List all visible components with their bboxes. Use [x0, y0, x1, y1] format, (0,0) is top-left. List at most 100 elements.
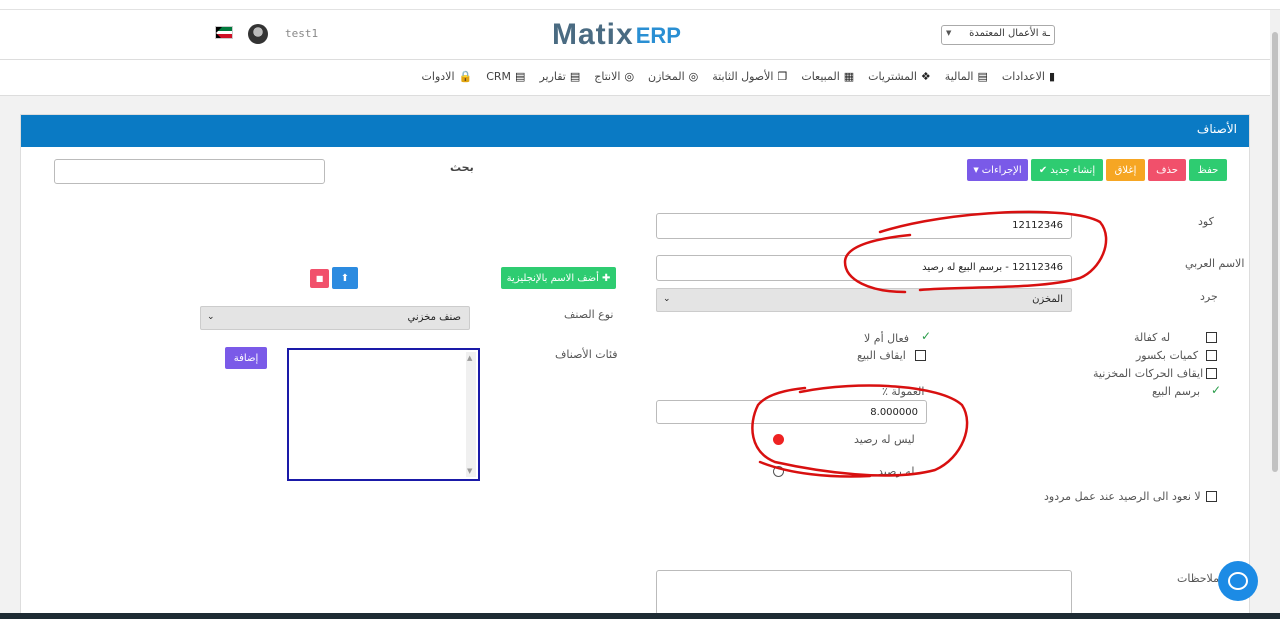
upload-icon: ⬆	[340, 272, 350, 284]
notes-label: ملاحظات	[1177, 572, 1219, 585]
delete-image-button[interactable]: ■	[310, 269, 329, 288]
logo-suffix: ERP	[635, 23, 681, 48]
stop-stock-moves-label: ايقاف الحركات المخزنية	[1093, 367, 1204, 380]
inventory-select-value: المخزن	[1032, 294, 1063, 305]
caret-down-icon: ▼	[973, 166, 979, 174]
nav-item-0[interactable]: ▮ الاعدادات	[1002, 70, 1055, 83]
lock-icon: 🔒	[458, 70, 473, 83]
stop-sale-label: ايقاف البيع	[857, 349, 906, 362]
file-icon: ▤	[569, 70, 581, 83]
stop-sale-checkbox[interactable]	[915, 350, 926, 361]
plus-icon: ✚	[601, 272, 611, 284]
nav-item-5[interactable]: ◎ المخازن	[648, 70, 698, 83]
warranty-checkbox[interactable]	[1206, 332, 1217, 343]
username[interactable]: test1	[285, 27, 318, 40]
arabic-name-input[interactable]: 12112346 - برسم البيع له رصيد	[656, 255, 1072, 281]
nav-item-label: المبيعات	[801, 70, 840, 83]
upload-button[interactable]: ⬆	[332, 267, 358, 289]
item-type-select-value: صنف مخزني	[407, 312, 462, 323]
file-icon: ▤	[515, 70, 526, 83]
nav-item-label: تقارير	[539, 70, 566, 83]
actions-label: الإجراءات	[981, 164, 1022, 176]
delete-button[interactable]: حذف	[1148, 159, 1186, 181]
company-select-value: ـة الأعمال المعتمدة	[969, 28, 1050, 39]
nav-item-4[interactable]: ❐ الأصول الثابتة	[712, 70, 787, 83]
clone-icon: ❐	[777, 70, 788, 83]
nav-item-label: المشتريات	[868, 70, 917, 83]
arabic-name-label: الاسم العربي	[1185, 257, 1245, 270]
grid-icon: ▦	[843, 70, 855, 83]
has-balance-label: له رصيد	[878, 465, 915, 478]
nav-item-6[interactable]: ◎ الانتاج	[594, 70, 634, 83]
add-category-button[interactable]: إضافة	[225, 347, 267, 369]
nav-item-label: CRM	[486, 70, 512, 83]
fractional-qty-checkbox[interactable]	[1206, 350, 1217, 361]
book-icon: ▮	[1048, 70, 1055, 83]
code-input[interactable]: 12112346	[656, 213, 1072, 239]
nav-item-9[interactable]: 🔒 الادوات	[422, 70, 473, 83]
categories-listbox[interactable]: ▲ ▼	[287, 348, 480, 481]
add-english-name-label: أضف الاسم بالإنجليزية	[506, 272, 599, 284]
nav-item-label: الأصول الثابتة	[712, 70, 774, 83]
add-english-name-button[interactable]: أضف الاسم بالإنجليزية ✚	[501, 267, 616, 289]
no-balance-label: ليس له رصيد	[854, 433, 915, 446]
close-button[interactable]: إغلاق	[1106, 159, 1145, 181]
create-new-button[interactable]: ✔ إنشاء جديد	[1031, 159, 1103, 181]
page-scrollbar[interactable]	[1270, 10, 1280, 613]
dropdown-arrow-icon: ▼	[946, 29, 952, 37]
listbox-scrollbar[interactable]: ▲ ▼	[466, 352, 476, 477]
app-header: test1 Matix ERP ▼ ـة الأعمال المعتمدة	[0, 10, 1270, 60]
nav-item-label: المالية	[944, 70, 974, 83]
stop-stock-moves-checkbox[interactable]	[1206, 368, 1217, 379]
active-label: فعال أم لا	[864, 332, 910, 345]
nav-item-1[interactable]: ▤ المالية	[945, 70, 988, 83]
search-label: بحث	[450, 161, 474, 174]
nav-menu: ▮ الاعدادات ▤ المالية ❖ المشتريات ▦ المبيعات ❐ ال…	[422, 70, 1055, 83]
scroll-down-icon[interactable]: ▼	[467, 467, 472, 475]
nav-item-3[interactable]: ▦ المبيعات	[801, 70, 854, 83]
search-input[interactable]	[54, 159, 325, 184]
check-icon: ✔	[1038, 164, 1048, 176]
nav-item-label: الانتاج	[594, 70, 621, 83]
kuwait-flag-icon[interactable]	[215, 26, 233, 39]
no-balance-radio[interactable]	[773, 434, 784, 445]
chat-widget-button[interactable]	[1218, 561, 1258, 601]
cubes-icon: ❖	[920, 70, 931, 83]
actions-button[interactable]: ▼ الإجراءات	[967, 159, 1028, 181]
scrollbar-thumb[interactable]	[1272, 32, 1278, 472]
bullseye-icon: ◎	[624, 70, 635, 83]
item-type-select[interactable]: ⌄ صنف مخزني	[200, 306, 470, 330]
os-taskbar	[0, 613, 1280, 619]
save-button[interactable]: حفظ	[1189, 159, 1227, 181]
has-balance-radio[interactable]	[773, 466, 784, 477]
warranty-label: له كفالة	[1134, 331, 1171, 344]
matix-erp-logo: Matix ERP	[552, 20, 681, 50]
nav-item-8[interactable]: ▤ CRM	[486, 70, 525, 83]
commission-input[interactable]: 8.000000	[656, 400, 927, 424]
browser-bookmark-strip	[0, 0, 1280, 10]
active-check-icon[interactable]: ✓	[921, 329, 931, 343]
nav-item-label: الاعدادات	[1001, 70, 1045, 83]
trash-icon: ■	[315, 274, 324, 283]
items-panel: الأصناف	[20, 114, 1250, 619]
bullseye-icon: ◎	[688, 70, 699, 83]
notes-textarea[interactable]	[656, 570, 1072, 615]
chevron-down-icon: ⌄	[207, 312, 215, 322]
company-select[interactable]: ▼ ـة الأعمال المعتمدة	[941, 25, 1055, 45]
avatar[interactable]	[248, 24, 268, 44]
consignment-check-icon[interactable]: ✓	[1211, 383, 1221, 397]
chat-bubble-icon	[1228, 572, 1248, 590]
panel-title: الأصناف	[21, 115, 1249, 147]
fractional-qty-label: كميات بكسور	[1136, 349, 1199, 362]
no-return-balance-checkbox[interactable]	[1206, 491, 1217, 502]
logo-main: Matix	[552, 18, 634, 51]
nav-item-2[interactable]: ❖ المشتريات	[868, 70, 931, 83]
nav-item-label: الادوات	[421, 70, 455, 83]
create-new-label: إنشاء جديد	[1050, 164, 1096, 176]
scroll-up-icon[interactable]: ▲	[467, 354, 472, 362]
nav-item-7[interactable]: ▤ تقارير	[539, 70, 580, 83]
inventory-label: جرد	[1200, 290, 1218, 303]
inventory-select[interactable]: ⌄ المخزن	[656, 288, 1072, 312]
main-navbar: ▮ الاعدادات ▤ المالية ❖ المشتريات ▦ المبيعات ❐ ال…	[0, 60, 1270, 96]
categories-label: فئات الأصناف	[555, 348, 618, 361]
